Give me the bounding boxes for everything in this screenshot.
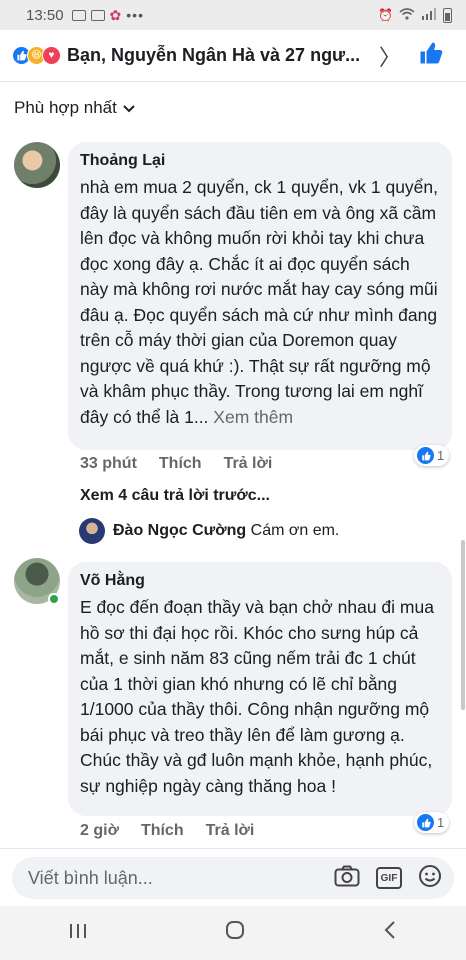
- chevron-right-icon[interactable]: 〉: [379, 40, 401, 72]
- comment-timestamp: 33 phút: [80, 455, 137, 472]
- like-comment-button[interactable]: Thích: [159, 455, 202, 473]
- reaction-count[interactable]: 1: [414, 812, 450, 833]
- avatar[interactable]: [79, 518, 105, 544]
- comment-input-box[interactable]: GIF: [12, 857, 454, 899]
- status-bar: 13:50 ✿ ••• ⏰: [0, 0, 466, 30]
- gallery-status-icon: [90, 9, 105, 21]
- like-icon: [417, 814, 434, 831]
- comment-timestamp: 2 giờ: [80, 822, 119, 839]
- sort-dropdown[interactable]: Phù hợp nhất: [14, 98, 135, 118]
- like-comment-button[interactable]: Thích: [141, 822, 184, 840]
- reaction-count[interactable]: 1: [414, 445, 450, 466]
- reply-text: Cám ơn em.: [250, 522, 340, 539]
- back-icon[interactable]: [383, 920, 397, 946]
- comment-author[interactable]: Thoảng Lại: [80, 150, 440, 172]
- home-icon[interactable]: [225, 920, 245, 946]
- like-icon: [417, 447, 434, 464]
- signal-icon: [421, 7, 437, 23]
- reaction-icons: 😆 ♥: [12, 46, 61, 65]
- gif-icon[interactable]: GIF: [376, 867, 402, 889]
- comment-actions: 33 phút Thích Trả lời: [80, 455, 272, 473]
- comment-bubble[interactable]: Võ Hằng E đọc đến đoạn thầy và bạn chở n…: [68, 562, 452, 816]
- reply-item[interactable]: Đào Ngọc Cường Cám ơn em.: [113, 522, 339, 540]
- reply-button[interactable]: Trả lời: [224, 455, 273, 473]
- scrollbar[interactable]: [461, 540, 465, 710]
- comment-text: E đọc đến đoạn thầy và bạn chở nhau đi m…: [80, 597, 434, 745]
- comment-text: nhà em mua 2 quyển, ck 1 quyển, vk 1 quy…: [80, 177, 438, 427]
- avatar[interactable]: [14, 142, 60, 188]
- alarm-icon: ⏰: [378, 8, 393, 22]
- sort-label: Phù hợp nhất: [14, 98, 117, 117]
- online-status-dot: [48, 593, 60, 605]
- reply-button[interactable]: Trả lời: [206, 822, 255, 840]
- flower-status-icon: ✿: [109, 6, 122, 23]
- reactors-summary: Bạn, Nguyễn Ngân Hà và 27 ngư...: [67, 45, 361, 65]
- wifi-icon: [399, 7, 415, 23]
- recent-apps-icon[interactable]: [69, 922, 87, 945]
- comment-actions: 2 giờ Thích Trả lời: [80, 822, 254, 840]
- comment-text-continued: Chúc thầy và gđ luôn mạnh khỏe, hạnh phú…: [80, 750, 433, 796]
- comment-bubble[interactable]: Thoảng Lại nhà em mua 2 quyển, ck 1 quyể…: [68, 142, 452, 450]
- message-status-icon: [71, 9, 86, 21]
- emoji-icon[interactable]: [418, 864, 442, 893]
- see-more-link[interactable]: Xem thêm: [213, 407, 293, 427]
- reply-author[interactable]: Đào Ngọc Cường: [113, 522, 246, 539]
- love-icon: ♥: [42, 46, 61, 65]
- status-time: 13:50: [26, 6, 64, 24]
- comment-author[interactable]: Võ Hằng: [80, 570, 440, 592]
- more-status-icon: •••: [126, 7, 144, 23]
- chevron-down-icon: [123, 98, 135, 118]
- camera-icon[interactable]: [334, 865, 360, 892]
- comment-input[interactable]: [28, 867, 318, 889]
- system-navigation-bar: [0, 906, 466, 960]
- view-previous-replies-link[interactable]: Xem 4 câu trả lời trước...: [80, 487, 270, 505]
- comment-composer: GIF: [0, 848, 466, 906]
- battery-icon: [443, 7, 452, 23]
- reactions-header[interactable]: 😆 ♥ Bạn, Nguyễn Ngân Hà và 27 ngư... 〉: [0, 30, 466, 82]
- like-button-icon[interactable]: [419, 41, 443, 70]
